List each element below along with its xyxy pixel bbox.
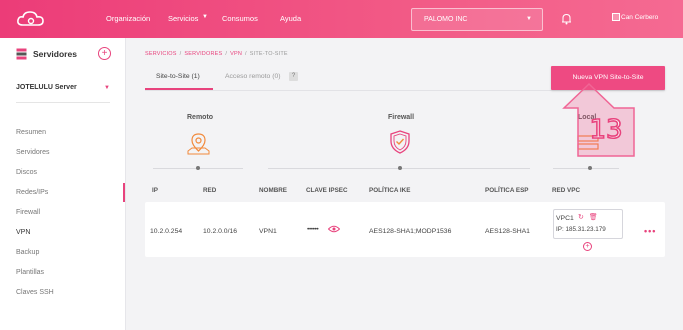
sidebar-item-vpn[interactable]: VPN: [16, 229, 30, 236]
trash-icon[interactable]: 🗑: [589, 214, 598, 221]
sidebar-item-redes[interactable]: Redes/IPs: [16, 189, 48, 196]
help-icon[interactable]: ?: [289, 72, 298, 81]
breadcrumb-servidores[interactable]: SERVIDORES: [184, 51, 222, 57]
row-clave: ••••••: [307, 226, 319, 233]
avatar[interactable]: [612, 13, 620, 21]
remote-label: Remoto: [187, 114, 214, 121]
sidebar-item-backup[interactable]: Backup: [16, 249, 39, 256]
sidebar-item-discos[interactable]: Discos: [16, 169, 37, 176]
vpc-actions: ↻ 🗑: [578, 213, 598, 221]
sidebar-title: Servidores: [33, 49, 77, 59]
local-connection-dot: [588, 166, 592, 170]
row-red: 10.2.0.0/16: [203, 228, 238, 235]
col-ip: IP: [152, 187, 158, 194]
col-red: RED: [203, 187, 217, 194]
col-politica-esp: POLÍTICA ESP: [485, 187, 529, 194]
tab-site-to-site[interactable]: Site-to-Site (1): [156, 73, 200, 80]
add-server-button[interactable]: +: [98, 47, 111, 60]
sidebar-item-claves-ssh[interactable]: Claves SSH: [16, 289, 54, 296]
add-vpc-button[interactable]: +: [583, 242, 592, 251]
col-red-vpc: RED VPC: [552, 187, 580, 194]
sidebar-active-indicator: [123, 183, 125, 202]
refresh-icon[interactable]: ↻: [578, 214, 584, 221]
shield-check-icon: [390, 130, 410, 154]
breadcrumb-current: SITE-TO-SITE: [249, 51, 288, 57]
cloud-logo-icon[interactable]: [16, 10, 46, 28]
vpc-ip: IP: 185.31.23.179: [556, 226, 606, 233]
annotation-arrow: 13: [562, 82, 635, 157]
divider: [16, 102, 110, 103]
breadcrumb: SERVICIOS / SERVIDORES / VPN / SITE-TO-SITE: [145, 51, 288, 57]
col-politica-ike: POLÍTICA IKE: [369, 187, 411, 194]
row-more-options-icon[interactable]: •••: [644, 226, 656, 236]
tab-acceso-remoto[interactable]: Acceso remoto (0): [225, 73, 281, 80]
servicios-caret-icon[interactable]: ▼: [202, 14, 208, 20]
col-clave-ipsec: CLAVE IPSEC: [306, 187, 348, 194]
vpc-name: VPC1: [556, 215, 574, 222]
sidebar-item-firewall[interactable]: Firewall: [16, 209, 40, 216]
annotation-number: 13: [589, 115, 622, 145]
sidebar: Servidores + JOTELULU Server ▼ Resumen S…: [0, 38, 126, 330]
row-ip: 10.2.0.254: [150, 228, 183, 235]
nav-organizacion[interactable]: Organización: [106, 14, 150, 23]
nav-servicios[interactable]: Servicios: [168, 14, 198, 23]
organization-select[interactable]: PALOMO INC ▼: [411, 8, 543, 31]
nav-ayuda[interactable]: Ayuda: [280, 14, 301, 23]
chevron-down-icon: ▼: [526, 16, 532, 22]
sidebar-item-resumen[interactable]: Resumen: [16, 129, 46, 136]
firewall-connection-dot: [398, 166, 402, 170]
firewall-label: Firewall: [388, 114, 415, 121]
row-politica-ike: AES128-SHA1;MODP1536: [369, 228, 452, 235]
col-nombre: NOMBRE: [259, 187, 287, 194]
breadcrumb-vpn[interactable]: VPN: [230, 51, 242, 57]
local-line: [553, 168, 619, 169]
chevron-down-icon[interactable]: ▼: [104, 85, 110, 91]
server-selector[interactable]: JOTELULU Server: [16, 84, 77, 91]
remote-connection-dot: [196, 166, 200, 170]
row-politica-esp: AES128-SHA1: [485, 228, 530, 235]
organization-select-value: PALOMO INC: [424, 16, 468, 23]
nav-consumos[interactable]: Consumos: [222, 14, 258, 23]
top-bar: Organización Servicios ▼ Consumos Ayuda …: [0, 0, 683, 38]
location-pin-icon: [187, 133, 210, 155]
server-stack-icon: [16, 48, 27, 60]
row-nombre: VPN1: [259, 228, 277, 235]
sidebar-item-plantillas[interactable]: Plantillas: [16, 269, 44, 276]
sidebar-item-servidores[interactable]: Servidores: [16, 149, 49, 156]
eye-icon[interactable]: [328, 225, 340, 233]
bell-icon[interactable]: [561, 13, 572, 25]
user-label[interactable]: Can Cerbero: [621, 14, 658, 21]
breadcrumb-servicios[interactable]: SERVICIOS: [145, 51, 177, 57]
